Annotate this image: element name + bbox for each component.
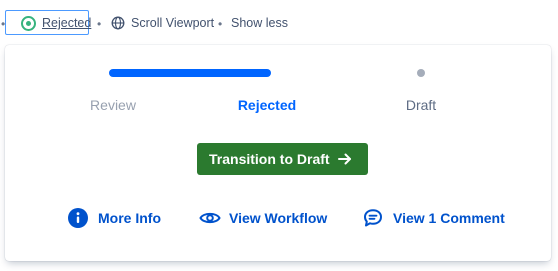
- scroll-viewport-link[interactable]: Scroll Viewport: [131, 16, 214, 30]
- arrow-right-icon: [338, 153, 351, 165]
- step-review: Review: [90, 97, 136, 113]
- page-toolbar: • Rejected • Scroll Viewport • Show less: [0, 0, 558, 46]
- more-info-label: More Info: [98, 210, 161, 226]
- show-less-link[interactable]: Show less: [231, 16, 288, 30]
- comment-icon: [364, 209, 382, 227]
- view-workflow-label: View Workflow: [229, 210, 328, 226]
- separator: •: [218, 17, 223, 31]
- transition-button-label: Transition to Draft: [209, 151, 330, 167]
- step-rejected: Rejected: [237, 97, 297, 113]
- status-link-rejected[interactable]: Rejected: [5, 10, 92, 35]
- transition-to-draft-button[interactable]: Transition to Draft: [197, 143, 368, 175]
- progress-bar-completed: [109, 69, 271, 77]
- view-comment-label: View 1 Comment: [393, 210, 505, 226]
- status-label: Rejected: [42, 16, 92, 30]
- progress-dot-upcoming: [417, 69, 425, 77]
- workflow-popup: Review Rejected Draft Transition to Draf…: [5, 45, 551, 261]
- eye-icon: [199, 212, 221, 224]
- separator: •: [97, 17, 102, 31]
- info-icon: [68, 208, 88, 228]
- status-ring-icon: [21, 16, 36, 31]
- step-draft: Draft: [405, 97, 437, 113]
- globe-icon: [111, 16, 125, 30]
